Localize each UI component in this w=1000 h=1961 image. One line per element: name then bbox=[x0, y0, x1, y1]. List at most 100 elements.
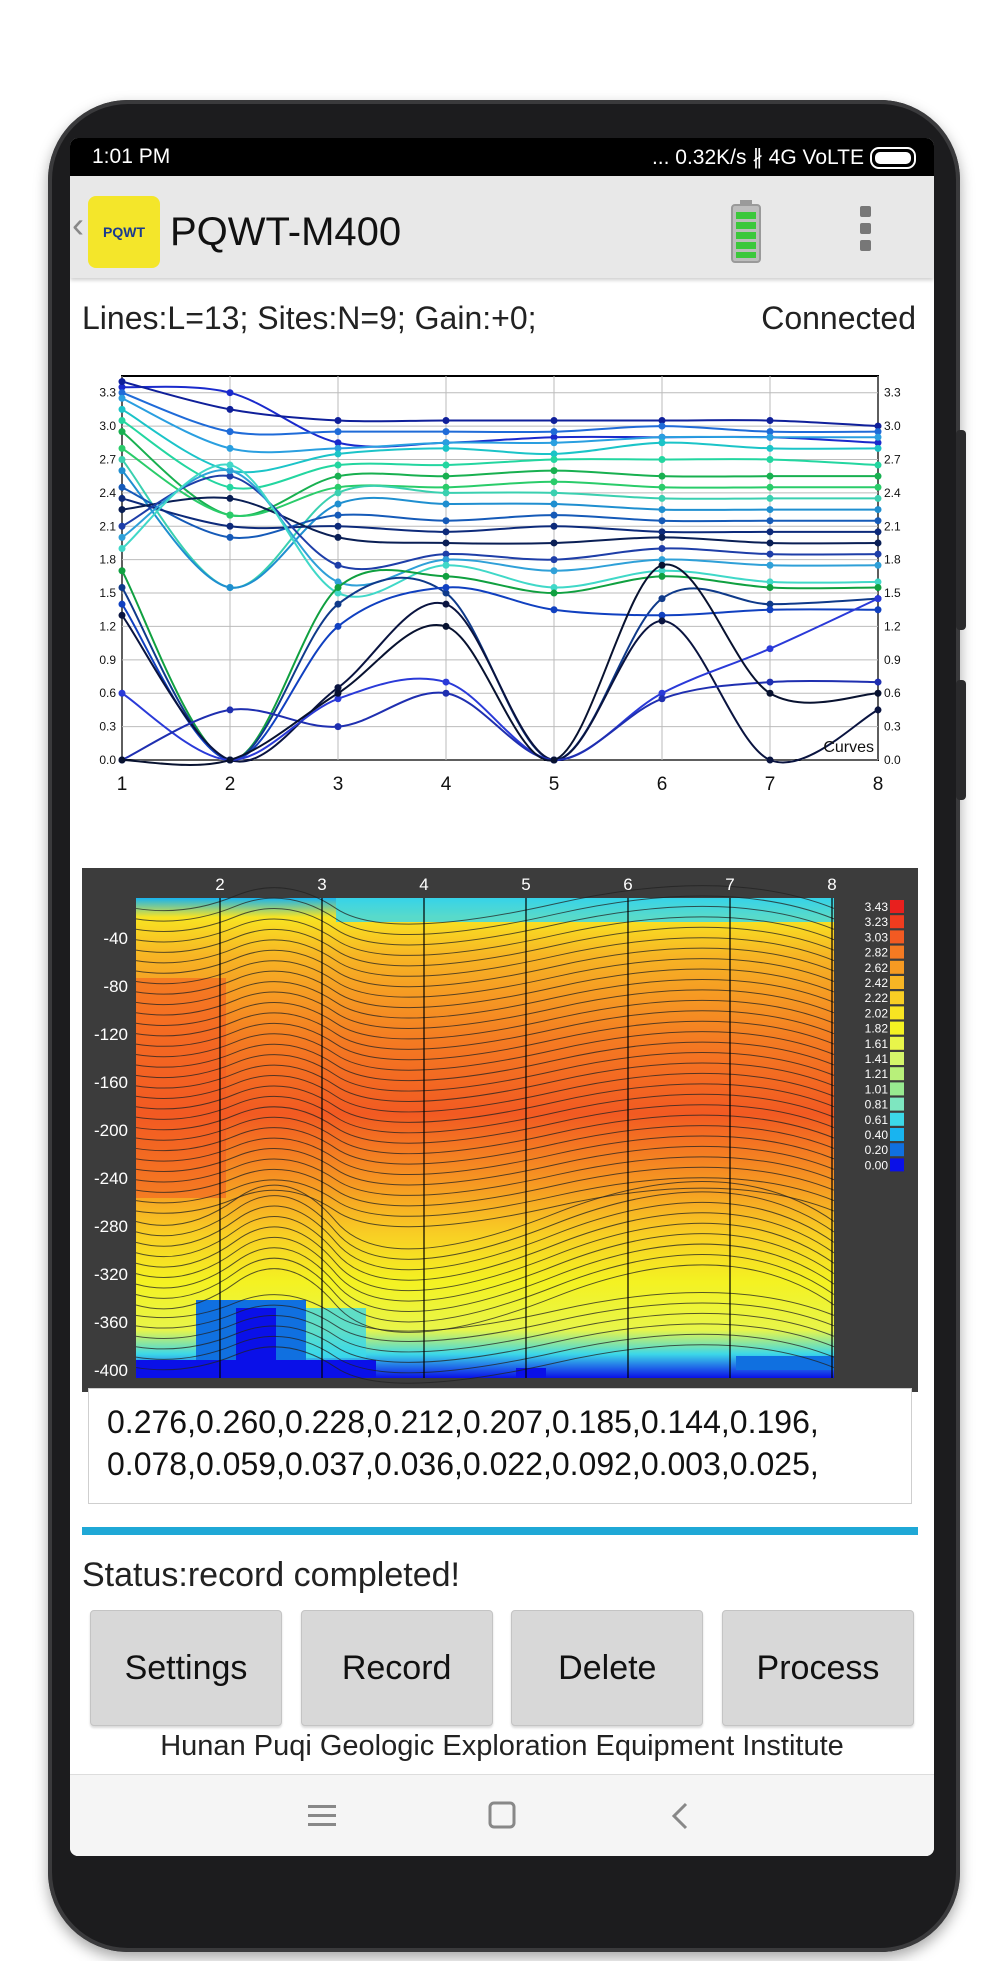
legend-swatch bbox=[890, 1006, 904, 1020]
legend-label: 3.03 bbox=[865, 930, 889, 944]
y-tick-label-left: 1.2 bbox=[99, 619, 116, 633]
data-point bbox=[118, 567, 126, 575]
data-point bbox=[766, 645, 774, 653]
contour-y-tick-label: -120 bbox=[94, 1025, 128, 1044]
data-point bbox=[658, 533, 666, 541]
y-tick-label-right: 3.3 bbox=[884, 386, 901, 400]
x-tick-label: 5 bbox=[549, 774, 560, 795]
data-point bbox=[118, 467, 126, 475]
data-point bbox=[334, 417, 342, 425]
data-point bbox=[118, 583, 126, 591]
overflow-menu-icon[interactable] bbox=[858, 206, 872, 256]
legend-swatch bbox=[890, 900, 904, 913]
nav-bar bbox=[70, 1774, 934, 1856]
data-point bbox=[442, 622, 450, 630]
contour-y-tick-label: -200 bbox=[94, 1121, 128, 1140]
data-point bbox=[226, 706, 234, 714]
back-chevron-icon[interactable]: ‹ bbox=[72, 204, 84, 246]
y-tick-label-left: 2.1 bbox=[99, 519, 116, 533]
data-point bbox=[874, 561, 882, 569]
legend-label: 0.40 bbox=[865, 1128, 889, 1142]
process-button[interactable]: Process bbox=[721, 1610, 914, 1726]
data-point bbox=[226, 405, 234, 413]
y-tick-label-right: 0.9 bbox=[884, 653, 901, 667]
data-point bbox=[118, 428, 126, 436]
y-tick-label-left: 3.3 bbox=[99, 386, 116, 400]
data-point bbox=[442, 539, 450, 547]
legend-swatch bbox=[890, 930, 904, 944]
data-point bbox=[118, 611, 126, 619]
data-point bbox=[550, 417, 558, 425]
data-point bbox=[874, 583, 882, 591]
data-point bbox=[658, 595, 666, 603]
legend-swatch bbox=[890, 1021, 904, 1035]
app-bar: ‹ PQWT PQWT-M400 bbox=[70, 176, 934, 278]
y-tick-label-right: 1.5 bbox=[884, 586, 901, 600]
data-point bbox=[550, 567, 558, 575]
button-row: Settings Record Delete Process bbox=[90, 1610, 914, 1728]
menu-icon[interactable] bbox=[308, 1803, 336, 1829]
y-tick-label-right: 3.0 bbox=[884, 419, 901, 433]
data-point bbox=[226, 444, 234, 452]
status-network-text: ... 0.32K/s ∦ 4G VoLTE bbox=[651, 146, 864, 169]
data-point bbox=[658, 483, 666, 491]
contour-x-tick-label: 6 bbox=[623, 875, 632, 894]
data-point bbox=[874, 706, 882, 714]
data-point bbox=[874, 528, 882, 536]
contour-y-tick-label: -320 bbox=[94, 1265, 128, 1284]
data-point bbox=[334, 461, 342, 469]
data-point bbox=[766, 472, 774, 480]
data-point bbox=[442, 417, 450, 425]
legend-label: 0.20 bbox=[865, 1143, 889, 1157]
data-point bbox=[550, 589, 558, 597]
data-point bbox=[874, 539, 882, 547]
y-tick-label-right: 2.7 bbox=[884, 452, 901, 466]
home-square-icon[interactable] bbox=[488, 1801, 516, 1829]
x-tick-label: 1 bbox=[117, 774, 128, 795]
legend-swatch bbox=[890, 1036, 904, 1050]
y-tick-label-right: 2.1 bbox=[884, 519, 901, 533]
legend-label: 0.00 bbox=[865, 1158, 889, 1172]
data-point bbox=[874, 461, 882, 469]
data-point bbox=[766, 483, 774, 491]
y-tick-label-right: 0.0 bbox=[884, 753, 901, 767]
data-point bbox=[118, 394, 126, 402]
data-point bbox=[334, 472, 342, 480]
legend-label: 2.02 bbox=[865, 1006, 889, 1020]
data-point bbox=[874, 483, 882, 491]
delete-button[interactable]: Delete bbox=[511, 1610, 704, 1726]
curves-legend-label: Curves bbox=[823, 739, 874, 756]
legend-label: 0.81 bbox=[865, 1098, 889, 1112]
contour-y-tick-label: -160 bbox=[94, 1073, 128, 1092]
data-point bbox=[442, 428, 450, 436]
data-point bbox=[658, 494, 666, 502]
y-tick-label-left: 2.4 bbox=[99, 486, 116, 500]
data-point bbox=[442, 678, 450, 686]
data-point bbox=[658, 439, 666, 447]
legend-label: 3.23 bbox=[865, 915, 889, 929]
legend-swatch bbox=[890, 1128, 904, 1141]
data-point bbox=[334, 583, 342, 591]
battery-charge-icon bbox=[731, 200, 761, 263]
record-button[interactable]: Record bbox=[300, 1610, 493, 1726]
data-point bbox=[766, 561, 774, 569]
back-icon[interactable] bbox=[670, 1801, 690, 1831]
data-point bbox=[118, 600, 126, 608]
data-point bbox=[766, 583, 774, 591]
data-point bbox=[118, 444, 126, 452]
contour-x-tick-label: 4 bbox=[419, 875, 428, 894]
data-point bbox=[442, 444, 450, 452]
y-tick-label-right: 1.8 bbox=[884, 553, 901, 567]
legend-swatch bbox=[890, 945, 904, 959]
data-point bbox=[334, 500, 342, 508]
settings-button[interactable]: Settings bbox=[90, 1610, 282, 1726]
data-point bbox=[874, 517, 882, 525]
data-point bbox=[226, 483, 234, 491]
data-point bbox=[334, 450, 342, 458]
data-point bbox=[550, 478, 558, 486]
data-point bbox=[118, 417, 126, 425]
contour-x-tick-label: 5 bbox=[521, 875, 530, 894]
legend-label: 2.62 bbox=[865, 961, 889, 975]
legend-swatch bbox=[890, 1112, 904, 1126]
data-point bbox=[334, 561, 342, 569]
